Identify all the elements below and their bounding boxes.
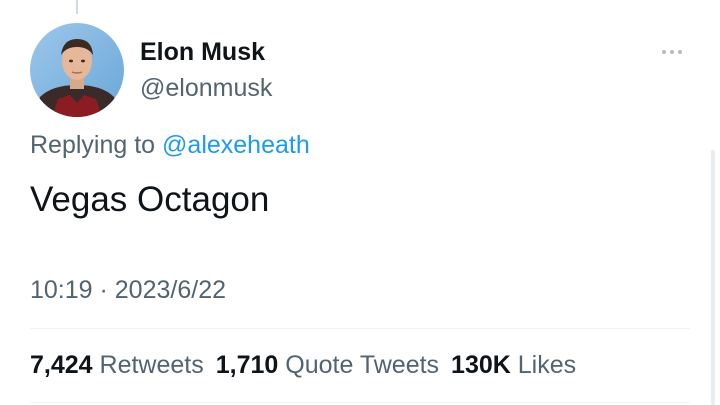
author-name[interactable]: Elon Musk [140, 38, 265, 67]
more-dot [670, 50, 674, 54]
retweets-label: Retweets [99, 351, 204, 379]
replying-to-label: Replying to [30, 131, 163, 159]
likes-count: 130K [451, 351, 511, 379]
more-dot [678, 50, 682, 54]
reply-mention-link[interactable]: @alexeheath [162, 131, 310, 159]
tweet-text: Vegas Octagon [30, 180, 270, 219]
quote-tweets-label: Quote Tweets [285, 351, 440, 379]
divider [30, 402, 690, 403]
retweets-count: 7,424 [30, 351, 93, 379]
quote-tweets-count: 1,710 [215, 351, 279, 379]
scrollbar[interactable] [711, 150, 715, 405]
more-horizontal-icon[interactable] [652, 40, 692, 64]
avatar-image [30, 23, 124, 117]
tweet-detail: Elon Musk @elonmusk Replying to @alexehe… [0, 0, 720, 405]
divider [30, 328, 690, 329]
author-handle[interactable]: @elonmusk [140, 74, 272, 103]
likes-label: Likes [517, 351, 577, 379]
replying-to-line: Replying to @alexeheath [30, 131, 310, 160]
engagement-stats: 7,424 Retweets 1,710 Quote Tweets 130K Lik… [30, 351, 576, 380]
tweet-timestamp[interactable]: 10:19 · 2023/6/22 [30, 276, 226, 305]
likes-stat[interactable]: 130K Likes [451, 351, 576, 379]
more-dot [662, 50, 666, 54]
retweets-stat[interactable]: 7,424 Retweets [30, 351, 204, 379]
thread-connector-line [76, 0, 78, 14]
avatar[interactable] [30, 23, 124, 117]
quote-tweets-stat[interactable]: 1,710 Quote Tweets [216, 351, 439, 379]
